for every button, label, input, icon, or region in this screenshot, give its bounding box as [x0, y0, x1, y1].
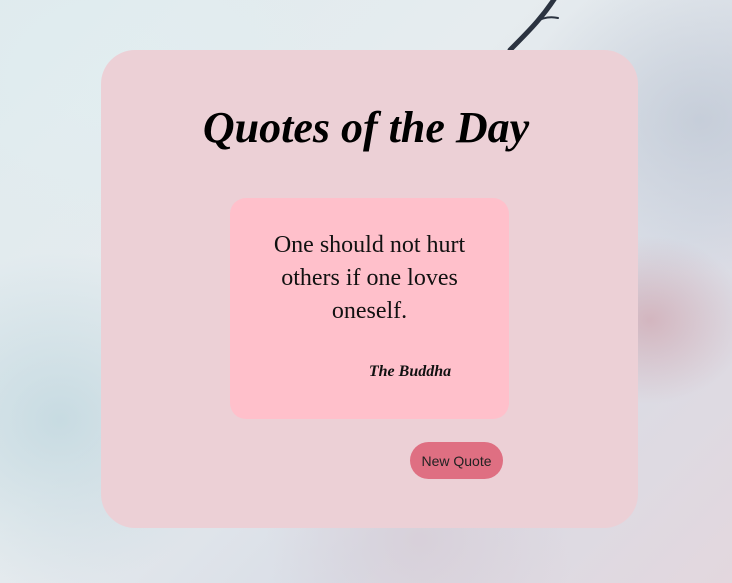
quote-box: One should not hurt others if one loves …	[230, 198, 509, 419]
quote-text: One should not hurt others if one loves …	[273, 232, 466, 324]
page-title: Quotes of the Day	[202, 103, 530, 152]
quote-author: The Buddha	[368, 363, 452, 380]
new-quote-button[interactable]: New Quote	[410, 442, 503, 479]
